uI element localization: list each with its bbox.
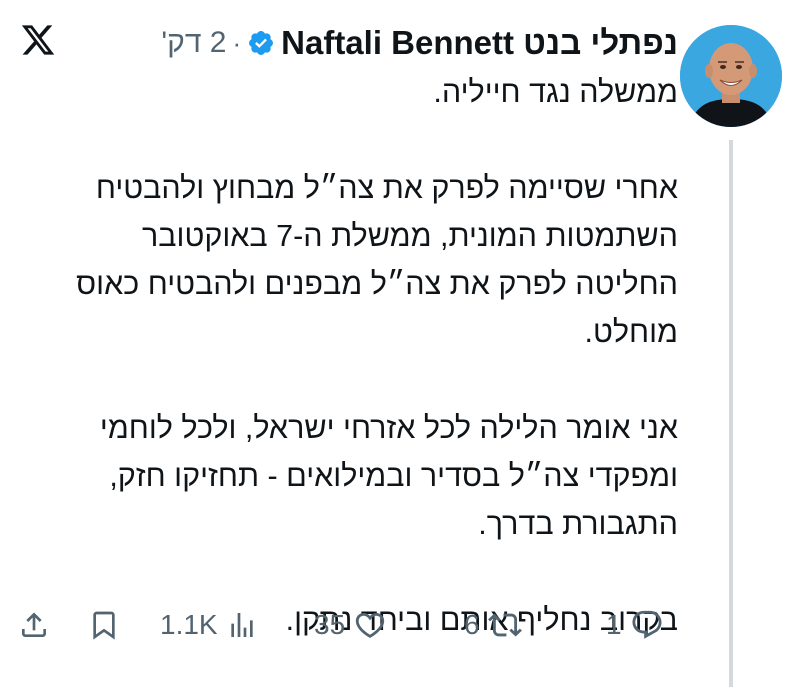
share-button[interactable] xyxy=(18,600,50,650)
reply-count: 1 xyxy=(606,609,622,640)
display-name[interactable]: נפתלי בנט Naftali Bennett xyxy=(281,24,678,62)
paragraph: אני אומר הלילה לכל אזרחי ישראל, ולכל לוח… xyxy=(58,404,678,548)
text-line: מוחלט. xyxy=(584,315,679,349)
bookmark-icon xyxy=(88,609,120,641)
repost-count: 6 xyxy=(464,609,480,640)
text-line: ומפקדי צה״ל בסדיר ובמילואים - תחזיקו חזק… xyxy=(109,459,678,493)
text-line: אחרי שסיימה לפרק את צה״ל מבחוץ ולהבטיח xyxy=(95,171,678,205)
separator-dot: · xyxy=(232,27,242,58)
profile-photo xyxy=(680,25,782,127)
repost-icon xyxy=(487,608,522,642)
like-button[interactable]: 35 xyxy=(314,600,387,650)
paragraph: אחרי שסיימה לפרק את צה״ל מבחוץ ולהבטיח ה… xyxy=(58,164,678,356)
heart-icon xyxy=(353,608,387,642)
text-line: ממשלה נגד חייליה. xyxy=(433,75,678,109)
text-line: החליטה לפרק את צה״ל מבפנים ולהבטיח כאוס xyxy=(76,267,678,301)
tweet-header: נפתלי בנט Naftali Bennett · 2 דק' xyxy=(161,20,678,66)
reply-button[interactable]: 1 xyxy=(606,600,664,650)
timestamp[interactable]: 2 דק' xyxy=(161,26,226,60)
verified-badge-icon[interactable] xyxy=(247,29,275,57)
repost-button[interactable]: 6 xyxy=(464,600,522,650)
views-button[interactable]: 1.1K xyxy=(160,600,258,650)
text-line: התגבורת בדרך. xyxy=(478,507,678,541)
x-logo-icon[interactable] xyxy=(20,22,56,58)
bookmark-button[interactable] xyxy=(88,600,120,650)
views-icon xyxy=(226,609,258,641)
like-count: 35 xyxy=(314,609,346,640)
reply-icon xyxy=(630,608,664,642)
views-count: 1.1K xyxy=(160,609,218,640)
avatar[interactable] xyxy=(680,25,782,127)
action-bar: 1.1K 35 6 1 xyxy=(0,600,800,650)
paragraph: ממשלה נגד חייליה. xyxy=(58,68,678,116)
share-icon xyxy=(18,609,50,641)
text-line: אני אומר הלילה לכל אזרחי ישראל, ולכל לוח… xyxy=(99,411,678,445)
tweet-text: ממשלה נגד חייליה. אחרי שסיימה לפרק את צה… xyxy=(58,68,678,644)
text-line: השתמטות המונית, ממשלת ה-7 באוקטובר xyxy=(142,219,678,253)
tweet[interactable]: נפתלי בנט Naftali Bennett · 2 דק' ממשלה … xyxy=(0,0,800,687)
